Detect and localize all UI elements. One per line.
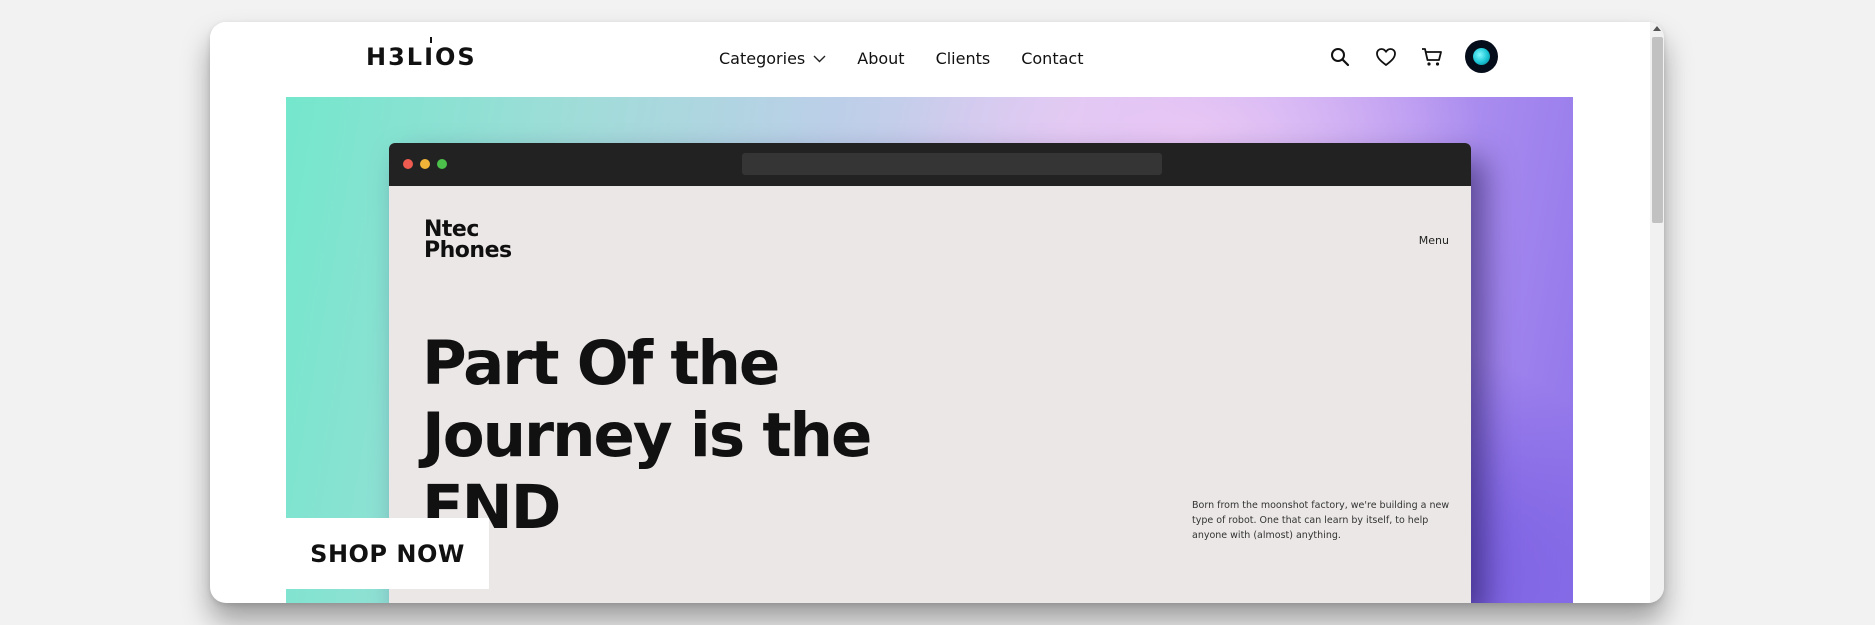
search-button[interactable]: [1327, 44, 1353, 70]
mockup-blurb: Born from the moonshot factory, we're bu…: [1192, 500, 1450, 541]
nav-item-label: Contact: [1021, 49, 1084, 68]
header-actions: [1327, 40, 1498, 73]
nav-item-label: Clients: [935, 49, 991, 68]
headline-line: Journey is the: [422, 400, 872, 471]
close-dot-icon: [403, 159, 413, 169]
maximize-dot-icon: [437, 159, 447, 169]
wishlist-button[interactable]: [1373, 44, 1399, 70]
logo-accent-mark: [430, 37, 432, 43]
headline-line: Part Of the: [422, 328, 780, 399]
browser-window: H3LIOS Categories About Clients Contact: [210, 22, 1664, 603]
mockup-menu-label: Menu: [1418, 234, 1449, 247]
nav-item-label: Categories: [719, 49, 806, 68]
mockup-brand-line: Phones: [424, 238, 512, 263]
mockup-titlebar: [389, 143, 1471, 186]
mockup-brand-line: Ntec: [424, 217, 479, 242]
scroll-up-arrow-icon[interactable]: [1653, 26, 1661, 31]
nav-item-clients[interactable]: Clients: [936, 49, 991, 68]
mockup-brand: Ntec Phones: [424, 217, 544, 263]
nav-item-contact[interactable]: Contact: [1021, 49, 1083, 68]
scrollbar-thumb[interactable]: [1652, 37, 1663, 223]
heart-icon: [1376, 47, 1396, 66]
hero-banner: Ntec Phones Menu Part Of the Journey is …: [286, 97, 1573, 603]
main-nav: Categories About Clients Contact: [719, 49, 1083, 68]
shop-now-label: SHOP NOW: [310, 539, 465, 568]
nav-item-categories[interactable]: Categories: [719, 49, 826, 68]
avatar-image: [1473, 48, 1490, 65]
shop-now-button[interactable]: SHOP NOW: [286, 518, 489, 589]
chevron-down-icon: [813, 55, 826, 62]
vertical-scrollbar[interactable]: [1650, 22, 1664, 603]
site-logo[interactable]: H3LIOS: [366, 37, 477, 71]
nav-item-label: About: [857, 49, 905, 68]
cart-icon: [1422, 47, 1442, 66]
headline-line: END: [422, 472, 561, 543]
search-icon: [1331, 47, 1350, 66]
cart-button[interactable]: [1419, 44, 1445, 70]
site-header: H3LIOS Categories About Clients Contact: [210, 22, 1650, 97]
user-avatar[interactable]: [1465, 40, 1498, 73]
site-logo-text: H3LIOS: [366, 43, 477, 71]
minimize-dot-icon: [420, 159, 430, 169]
mockup-headline: Part Of the Journey is the END: [422, 328, 982, 544]
nav-item-about[interactable]: About: [857, 49, 904, 68]
mockup-address-bar: [742, 153, 1162, 175]
website-mockup: Ntec Phones Menu Part Of the Journey is …: [389, 143, 1471, 603]
